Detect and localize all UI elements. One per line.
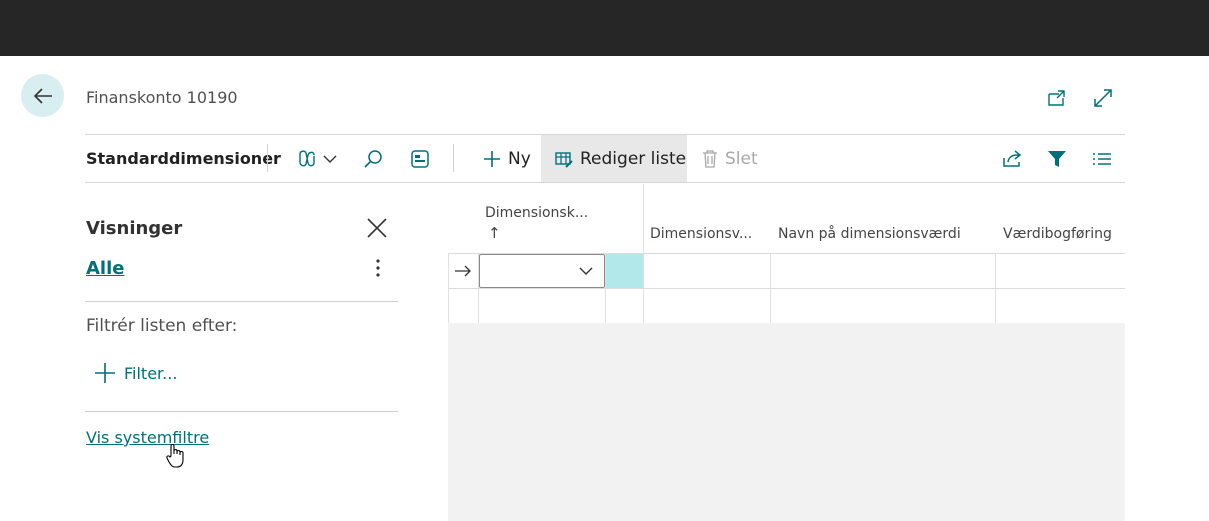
expand-icon[interactable] <box>1091 86 1115 110</box>
column-header-value-posting[interactable]: Værdibogføring <box>1003 226 1112 242</box>
filter-icon <box>1048 151 1066 167</box>
toolbar-separator <box>453 144 454 172</box>
edit-list-button[interactable]: Rediger liste <box>541 135 687 182</box>
edit-list-icon <box>555 151 573 168</box>
selected-cell-indicator <box>606 254 643 288</box>
view-all-link[interactable]: Alle <box>86 258 124 279</box>
list-view-button[interactable] <box>1092 146 1112 172</box>
toolbar-separator <box>267 144 268 172</box>
grid-divider <box>448 288 1125 289</box>
share-icon <box>1003 150 1022 167</box>
plus-icon <box>484 150 500 167</box>
grid-divider <box>770 254 771 323</box>
edit-list-button-label: Rediger liste <box>580 148 687 169</box>
delete-button-label: Slet <box>725 148 758 169</box>
chevron-down-icon <box>323 155 337 163</box>
share-button[interactable] <box>1001 146 1023 172</box>
back-button[interactable] <box>21 74 64 117</box>
dimension-code-dropdown[interactable] <box>479 254 605 288</box>
app-top-bar <box>0 0 1209 56</box>
add-filter-button[interactable]: Filter... <box>94 362 177 384</box>
close-icon[interactable] <box>365 216 389 240</box>
new-button[interactable]: Ny <box>478 135 535 182</box>
column-header-dimension-code[interactable]: Dimensionsk... <box>485 205 588 221</box>
filter-divider <box>85 411 398 412</box>
toolbar-bottom-divider <box>85 182 1125 183</box>
toolbar-title: Standarddimensioner <box>86 149 281 168</box>
grid-divider <box>448 254 449 323</box>
back-arrow-icon <box>33 87 52 104</box>
filter-button[interactable] <box>1046 146 1068 172</box>
copilot-icon <box>299 150 315 167</box>
page-caption: Finanskonto 10190 <box>86 88 238 107</box>
filter-caption: Filtrér listen efter: <box>86 316 238 336</box>
views-pane-title: Visninger <box>86 218 183 239</box>
new-button-label: Ny <box>508 148 531 169</box>
column-header-dimension-value-name[interactable]: Navn på dimensionsværdi <box>778 226 961 242</box>
search-icon <box>364 150 382 168</box>
search-button[interactable] <box>362 146 384 172</box>
edit-page-button[interactable] <box>409 146 431 172</box>
sort-ascending-icon: ↑ <box>488 224 501 242</box>
grid-empty-area <box>448 323 1125 521</box>
row-arrow-icon <box>455 265 471 277</box>
list-view-icon <box>1093 153 1111 165</box>
grid-divider <box>995 254 996 323</box>
trash-icon <box>703 149 717 168</box>
hand-cursor-icon <box>166 443 184 468</box>
show-system-filters-link[interactable]: Vis systemfiltre <box>86 428 209 447</box>
more-vertical-icon[interactable] <box>370 256 386 282</box>
views-divider <box>85 301 398 302</box>
plus-icon <box>95 363 115 383</box>
delete-button[interactable]: Slet <box>701 135 758 182</box>
copilot-menu-button[interactable] <box>296 146 338 172</box>
add-filter-label: Filter... <box>124 363 178 383</box>
edit-page-icon <box>411 150 429 168</box>
chevron-down-icon <box>579 267 593 275</box>
open-new-window-icon[interactable] <box>1045 86 1069 110</box>
column-header-dimension-value[interactable]: Dimensionsv... <box>650 226 752 242</box>
